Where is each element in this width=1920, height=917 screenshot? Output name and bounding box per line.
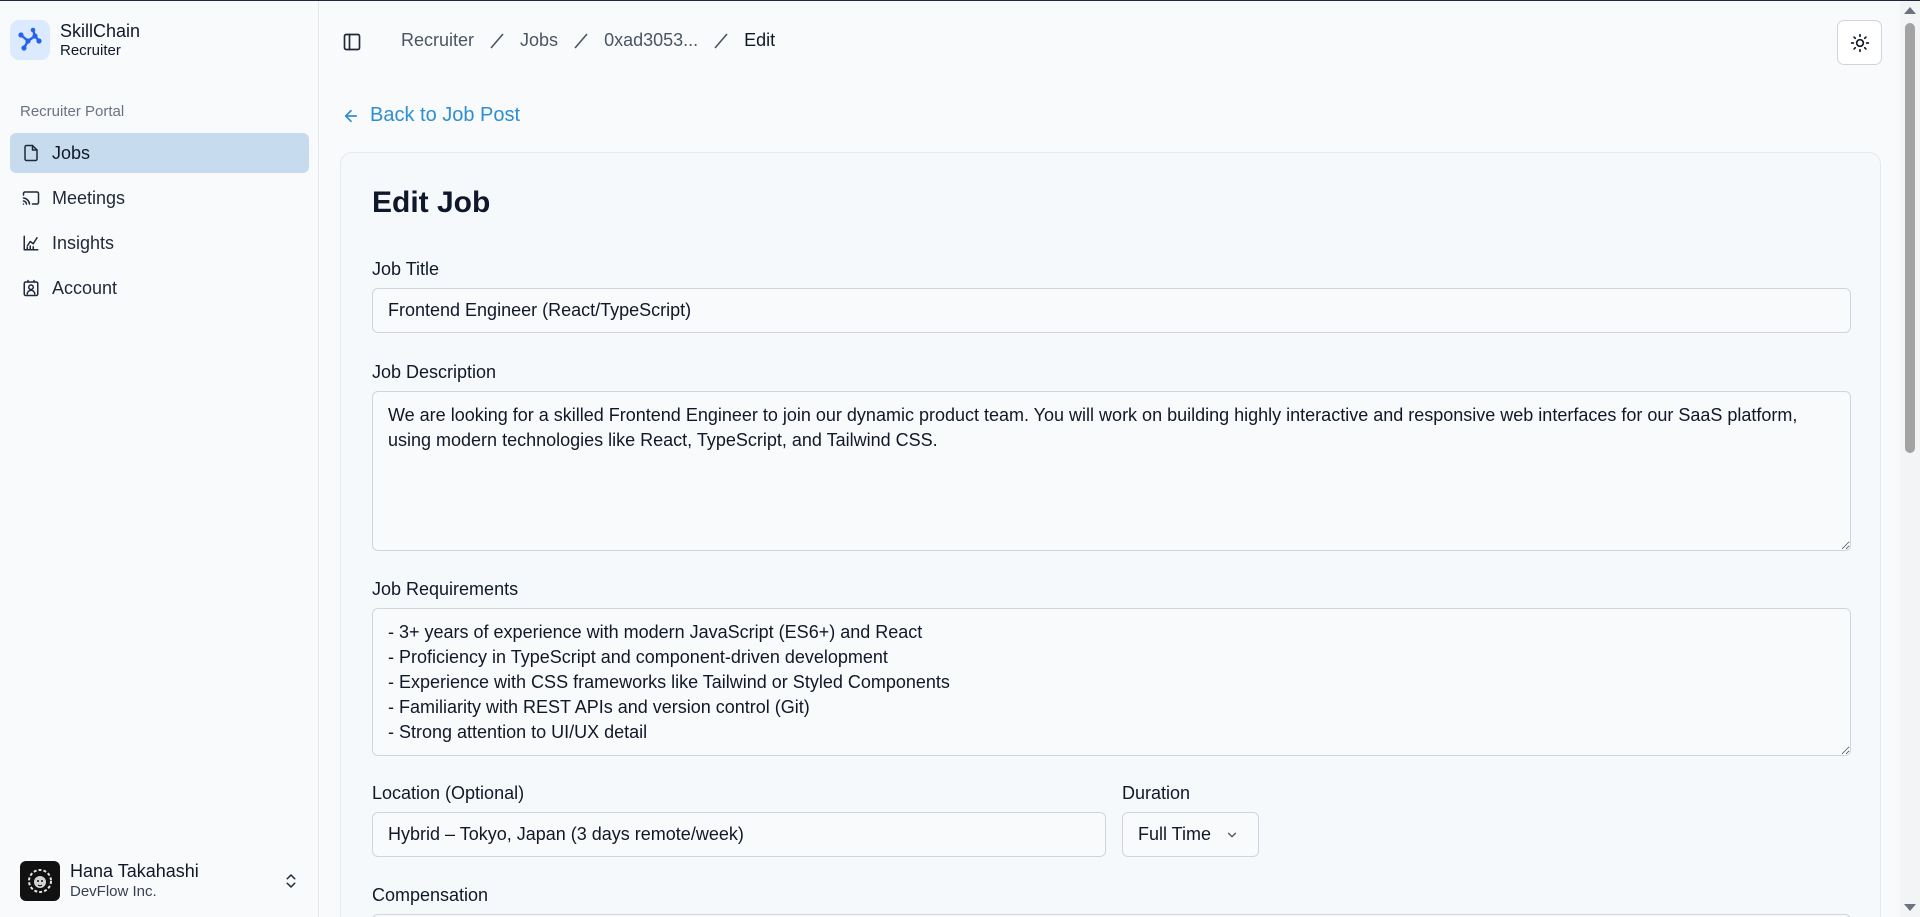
compensation-label: Compensation bbox=[372, 885, 489, 905]
job-requirements-label: Job Requirements bbox=[372, 579, 519, 599]
edit-job-card: Edit Job Job Title Job Description We ar… bbox=[340, 152, 1881, 917]
sidebar-item-meetings[interactable]: Meetings bbox=[10, 178, 309, 218]
sidebar: SkillChain Recruiter Recruiter Portal Jo… bbox=[0, 1, 319, 917]
location-input[interactable] bbox=[372, 812, 1106, 857]
page-scrollbar[interactable] bbox=[1900, 1, 1920, 917]
breadcrumb-job-id[interactable]: 0xad3053... bbox=[604, 30, 698, 51]
back-link-label: Back to Job Post bbox=[370, 104, 521, 126]
main-content: Recruiter Jobs 0xad3053... Edit Back to … bbox=[320, 1, 1900, 917]
skillchain-logo-icon bbox=[10, 20, 50, 60]
user-menu[interactable]: Hana Takahashi DevFlow Inc. bbox=[20, 858, 300, 904]
app-window: SkillChain Recruiter Recruiter Portal Jo… bbox=[0, 0, 1920, 917]
arrow-left-icon bbox=[344, 109, 358, 122]
user-org: DevFlow Inc. bbox=[70, 882, 157, 900]
breadcrumb-edit: Edit bbox=[744, 30, 776, 50]
job-description-label: Job Description bbox=[372, 362, 497, 382]
brand-subtitle: Recruiter bbox=[60, 42, 121, 59]
user-name: Hana Takahashi bbox=[70, 860, 199, 881]
scroll-up-arrow-icon[interactable] bbox=[1904, 7, 1916, 14]
back-to-job-post-link[interactable]: Back to Job Post bbox=[342, 104, 520, 127]
brand-name: SkillChain bbox=[60, 21, 141, 41]
avatar bbox=[20, 861, 60, 901]
cast-icon bbox=[22, 191, 40, 205]
scroll-down-arrow-icon[interactable] bbox=[1904, 904, 1916, 911]
top-bar: Recruiter Jobs 0xad3053... Edit bbox=[320, 1, 1900, 81]
file-icon bbox=[24, 144, 38, 162]
sun-icon bbox=[1850, 33, 1869, 52]
location-label: Location (Optional) bbox=[372, 783, 525, 803]
chevrons-up-down-icon bbox=[286, 874, 296, 888]
slash-icon bbox=[488, 32, 506, 50]
job-requirements-textarea[interactable]: - 3+ years of experience with modern Jav… bbox=[372, 608, 1851, 756]
sidebar-item-label: Account bbox=[52, 277, 118, 298]
job-description-textarea[interactable]: We are looking for a skilled Frontend En… bbox=[372, 391, 1851, 551]
sidebar-item-jobs[interactable]: Jobs bbox=[10, 133, 309, 173]
slash-icon bbox=[712, 32, 730, 50]
duration-label: Duration bbox=[1122, 783, 1191, 803]
duration-value: Full Time bbox=[1138, 824, 1212, 844]
sidebar-group-label: Recruiter Portal bbox=[20, 103, 125, 120]
sidebar-item-label: Insights bbox=[52, 232, 115, 253]
brand[interactable]: SkillChain Recruiter bbox=[10, 20, 140, 60]
lion-avatar-icon bbox=[28, 869, 52, 893]
slash-icon bbox=[572, 32, 590, 50]
breadcrumb: Recruiter Jobs 0xad3053... Edit bbox=[401, 30, 775, 51]
chart-icon bbox=[23, 235, 39, 251]
scroll-thumb[interactable] bbox=[1905, 23, 1915, 453]
breadcrumb-recruiter[interactable]: Recruiter bbox=[401, 30, 474, 51]
page-title: Edit Job bbox=[372, 186, 491, 219]
duration-select[interactable]: Full Time bbox=[1122, 812, 1259, 857]
sidebar-item-insights[interactable]: Insights bbox=[10, 223, 309, 263]
job-title-label: Job Title bbox=[372, 259, 440, 279]
job-title-input[interactable] bbox=[372, 288, 1851, 333]
sidebar-item-account[interactable]: Account bbox=[10, 268, 309, 308]
breadcrumb-jobs[interactable]: Jobs bbox=[520, 30, 558, 51]
sidebar-nav: Jobs Meetings Insights Account bbox=[10, 133, 309, 313]
sidebar-item-label: Meetings bbox=[52, 187, 126, 208]
sidebar-item-label: Jobs bbox=[52, 142, 91, 163]
chevron-down-icon bbox=[1227, 832, 1237, 837]
sidebar-toggle-icon[interactable] bbox=[342, 32, 362, 52]
contact-icon bbox=[23, 279, 39, 297]
theme-toggle-button[interactable] bbox=[1837, 20, 1882, 65]
